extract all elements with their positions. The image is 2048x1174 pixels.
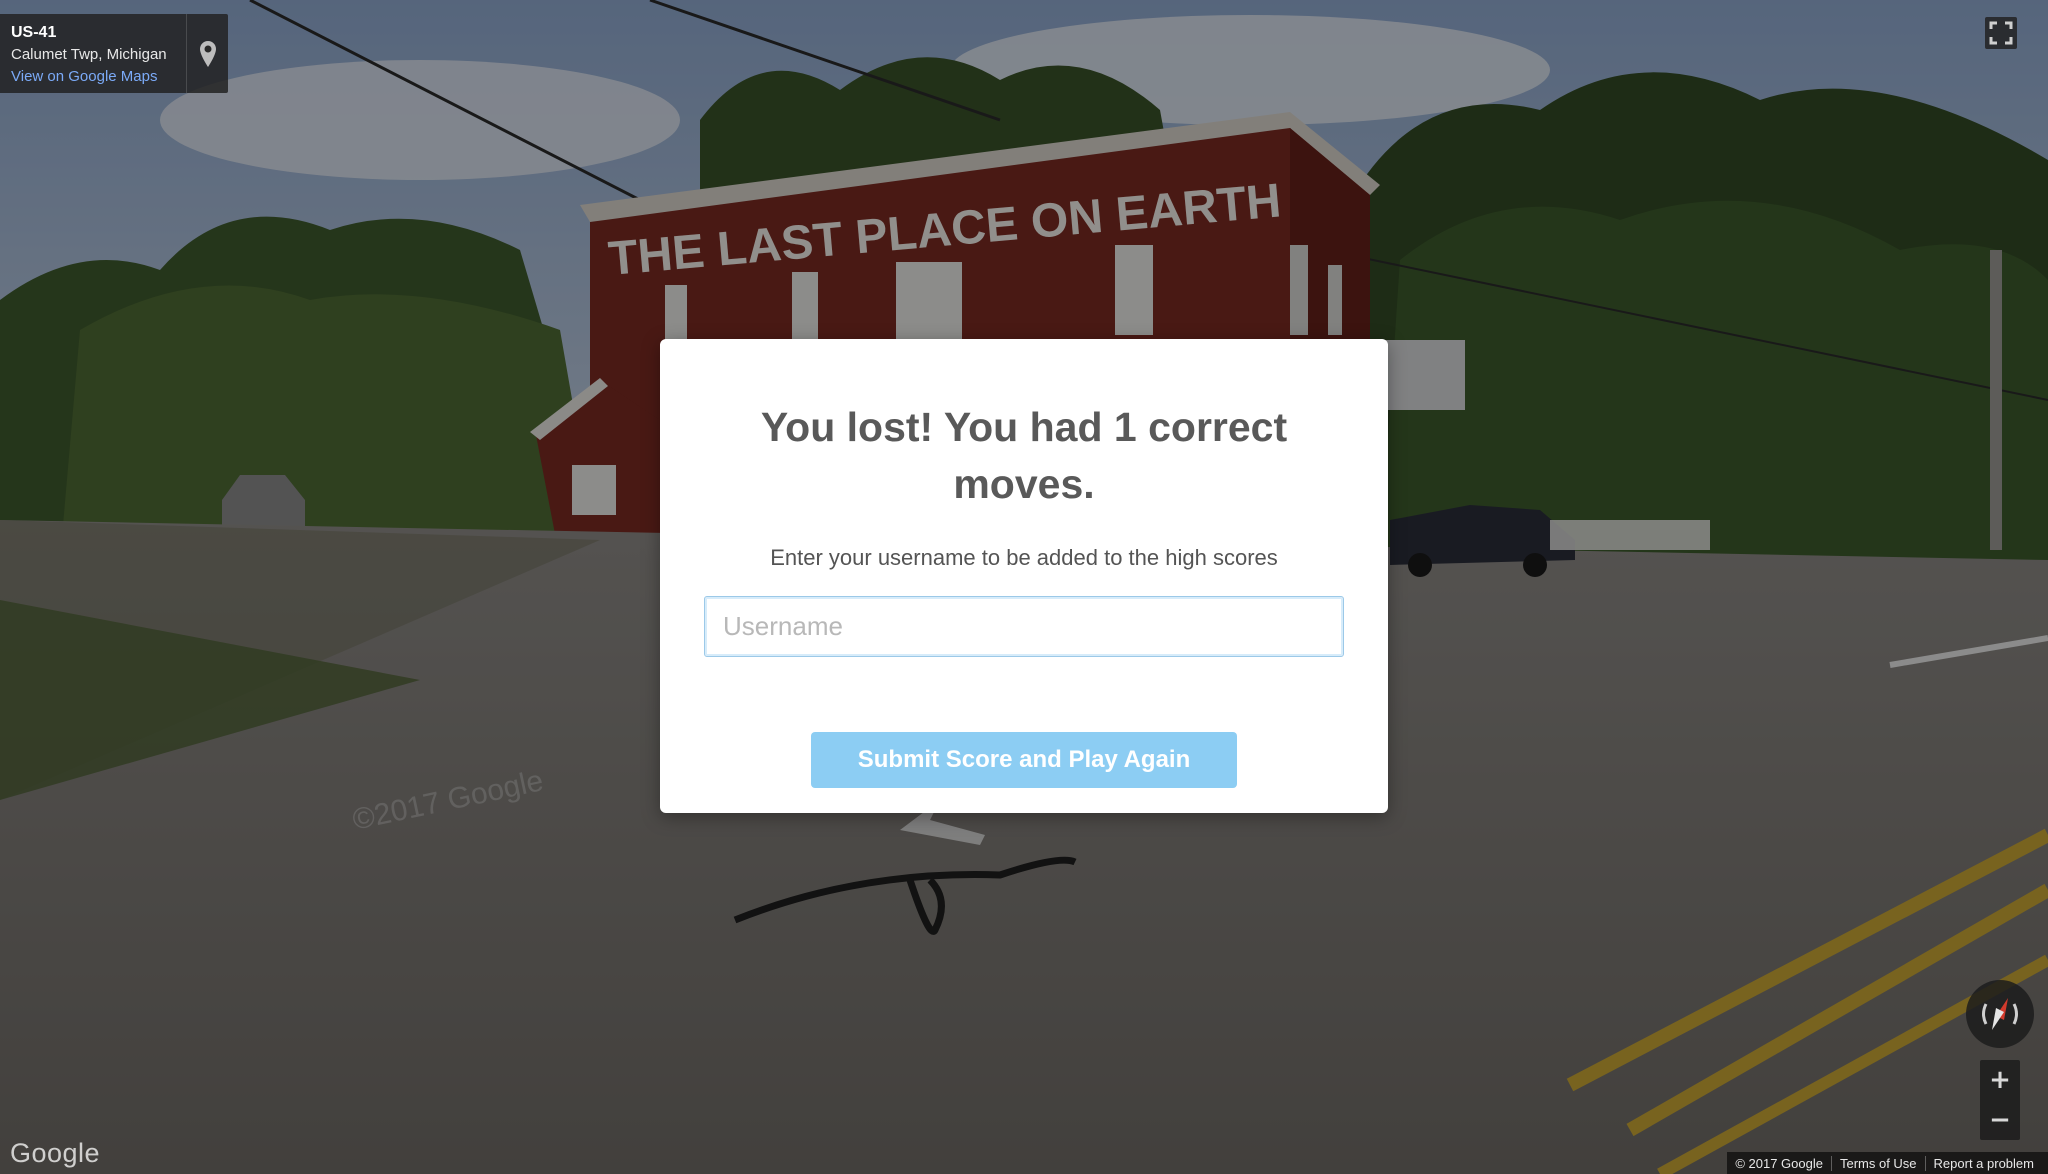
street-view-stage[interactable]: THE LAST PLACE ON EARTH ©2017 Google US-…: [0, 0, 2048, 1174]
compass-button[interactable]: [1966, 980, 2034, 1048]
copyright-text: © 2017 Google: [1735, 1155, 1823, 1171]
game-over-modal: You lost! You had 1 correct moves. Enter…: [660, 339, 1388, 813]
zoom-controls: + −: [1980, 1060, 2020, 1140]
view-on-google-maps-link[interactable]: View on Google Maps: [11, 66, 186, 88]
map-pin-icon: [199, 40, 216, 67]
footer-bar: © 2017 Google Terms of Use Report a prob…: [1727, 1152, 2048, 1174]
fullscreen-icon: [1985, 17, 2017, 49]
address-title: US-41: [11, 24, 57, 41]
modal-subtitle: Enter your username to be added to the h…: [770, 545, 1278, 570]
report-problem-link[interactable]: Report a problem: [1924, 1155, 2042, 1171]
username-input[interactable]: [704, 596, 1344, 657]
modal-title: You lost! You had 1 correct moves.: [760, 404, 1288, 507]
terms-of-use-link[interactable]: Terms of Use: [1830, 1155, 1925, 1171]
address-subtitle: Calumet Twp, Michigan: [11, 46, 167, 63]
address-card: US-41 Calumet Twp, Michigan View on Goog…: [0, 14, 228, 93]
compass-icon: [1982, 998, 2018, 1030]
zoom-in-button[interactable]: +: [1980, 1060, 2020, 1100]
fullscreen-button[interactable]: [1982, 14, 2020, 52]
google-logo: Google: [10, 1138, 101, 1168]
zoom-out-button[interactable]: −: [1980, 1100, 2020, 1140]
submit-score-button[interactable]: Submit Score and Play Again: [811, 732, 1237, 788]
map-pin-button[interactable]: [187, 14, 228, 93]
